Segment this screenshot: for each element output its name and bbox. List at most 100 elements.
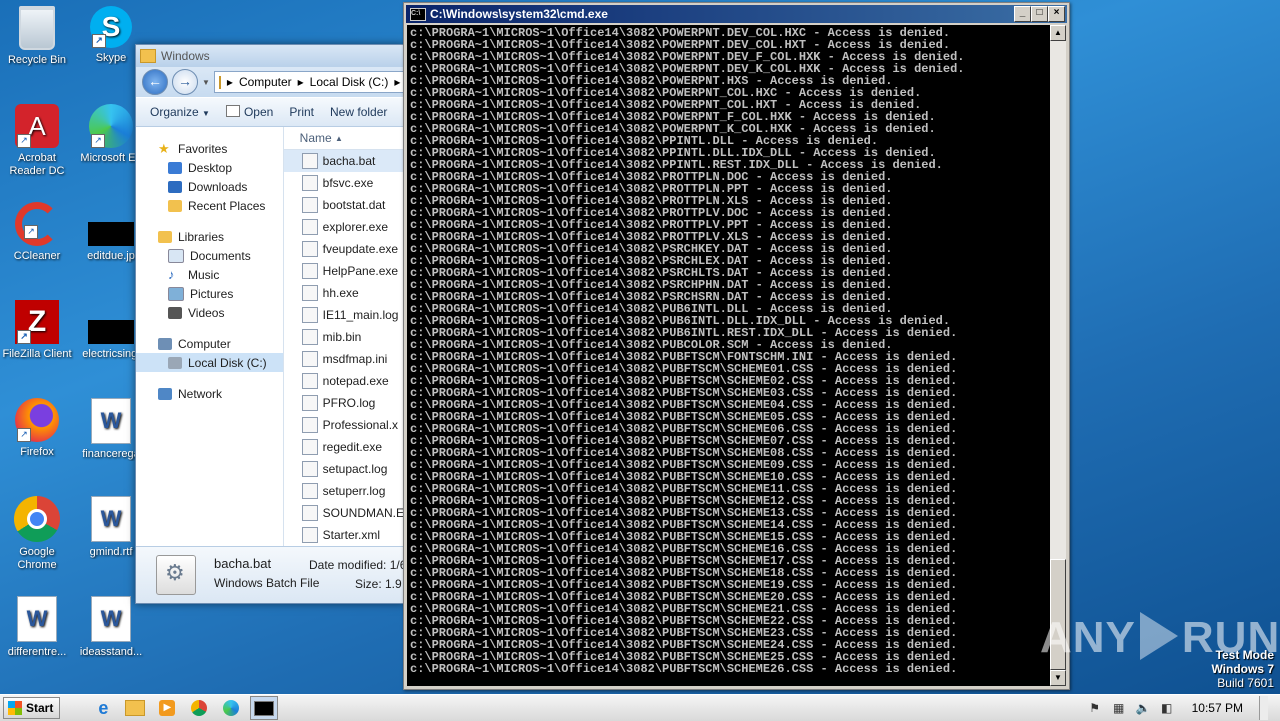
- maximize-button[interactable]: □: [1031, 6, 1048, 22]
- file-icon: [301, 483, 318, 499]
- minimize-button[interactable]: _: [1014, 6, 1031, 22]
- nav-videos[interactable]: Videos: [136, 303, 283, 322]
- file-row[interactable]: fveupdate.exe: [284, 238, 404, 260]
- address-bar[interactable]: ▸ Computer ▸ Local Disk (C:) ▸ W: [213, 71, 404, 93]
- volume-icon[interactable]: 🔈: [1136, 701, 1151, 715]
- nav-computer[interactable]: Computer: [136, 334, 283, 353]
- file-row[interactable]: Professional.x: [284, 414, 404, 436]
- show-desktop-button[interactable]: [1259, 696, 1268, 720]
- taskbar-ie[interactable]: e: [90, 697, 116, 719]
- file-row[interactable]: bootstat.dat: [284, 194, 404, 216]
- nav-documents[interactable]: Documents: [136, 246, 283, 265]
- vertical-scrollbar[interactable]: ▲ ▼: [1050, 25, 1066, 686]
- nav-recent-places-label: Recent Places: [188, 198, 266, 213]
- file-icon: [301, 285, 318, 301]
- file-row[interactable]: bacha.bat: [283, 150, 404, 172]
- details-date-modified: Date modified: 1/6/: [309, 558, 405, 572]
- file-row[interactable]: Starter.xml: [284, 524, 404, 546]
- column-header-name[interactable]: Name ▲: [283, 127, 404, 150]
- taskbar: Start e ▶ ⚑ ▦ 🔈 ◧ 10:57 PM: [0, 694, 1280, 721]
- nav-recent-places[interactable]: Recent Places: [136, 196, 283, 215]
- taskbar-edge[interactable]: [218, 697, 244, 719]
- taskbar-explorer[interactable]: [122, 697, 148, 719]
- forward-button[interactable]: →: [172, 69, 198, 95]
- file-icon: [301, 307, 318, 323]
- file-name: IE11_main.log: [322, 308, 399, 322]
- file-row[interactable]: mib.bin: [284, 326, 404, 348]
- recent-pages-chevron-icon[interactable]: ▼: [202, 78, 210, 87]
- scroll-down-button[interactable]: ▼: [1050, 670, 1066, 686]
- file-row[interactable]: SOUNDMAN.E: [284, 502, 404, 524]
- nav-documents-label: Documents: [190, 248, 251, 263]
- system-tray: ⚑ ▦ 🔈 ◧ 10:57 PM: [1088, 695, 1280, 721]
- file-row[interactable]: explorer.exe: [284, 216, 404, 238]
- file-name: fveupdate.exe: [322, 242, 399, 256]
- file-icon: [301, 373, 318, 389]
- taskbar-chrome[interactable]: [186, 697, 212, 719]
- desktop-icon-ccleaner[interactable]: ↗ CCleaner: [0, 202, 74, 263]
- word-document-icon: W: [17, 596, 57, 642]
- nav-downloads[interactable]: Downloads: [136, 177, 283, 196]
- desktop-icon-filezilla[interactable]: Z ↗ FileZilla Client: [0, 300, 74, 361]
- desktop-icon-firefox[interactable]: ↗ Firefox: [0, 398, 74, 459]
- nav-music[interactable]: ♪ Music: [136, 265, 283, 284]
- start-button[interactable]: Start: [3, 697, 61, 719]
- breadcrumb-computer[interactable]: Computer: [239, 75, 292, 89]
- file-row[interactable]: bfsvc.exe: [284, 172, 404, 194]
- nav-libraries[interactable]: Libraries: [136, 227, 283, 246]
- recent-places-icon: [168, 199, 182, 212]
- desktop-icon-differentre[interactable]: W differentre...: [0, 596, 74, 659]
- explorer-body: ★ Favorites Desktop Downloads Recent Plac…: [136, 127, 404, 547]
- details-size: Size: 1.9: [355, 577, 402, 591]
- new-folder-button[interactable]: New folder: [330, 105, 387, 119]
- acrobat-icon: A ↗: [15, 104, 59, 148]
- desktop-icon-recycle-bin[interactable]: Recycle Bin: [0, 6, 74, 67]
- explorer-window[interactable]: Windows ← → ▼ ▸ Computer ▸ Local Disk (C…: [135, 44, 405, 604]
- file-row[interactable]: notepad.exe: [284, 370, 404, 392]
- taskbar-cmd[interactable]: [250, 696, 279, 720]
- print-button[interactable]: Print: [289, 105, 314, 119]
- nav-favorites[interactable]: ★ Favorites: [136, 139, 283, 158]
- nav-network[interactable]: Network: [136, 384, 283, 403]
- file-row[interactable]: setupact.log: [284, 458, 404, 480]
- back-button[interactable]: ←: [142, 69, 168, 95]
- tray-app-icon[interactable]: ◧: [1160, 701, 1174, 715]
- network-icon[interactable]: ▦: [1112, 701, 1126, 715]
- file-row[interactable]: setuperr.log: [284, 480, 404, 502]
- file-row[interactable]: HelpPane.exe: [284, 260, 404, 282]
- nav-local-disk[interactable]: Local Disk (C:): [136, 353, 283, 372]
- action-center-flag-icon[interactable]: ⚑: [1088, 701, 1102, 715]
- nav-desktop[interactable]: Desktop: [136, 158, 283, 177]
- file-row[interactable]: msdfmap.ini: [284, 348, 404, 370]
- open-button[interactable]: Open: [225, 105, 273, 119]
- desktop-icon-ideasstand[interactable]: W ideasstand...: [74, 596, 148, 659]
- desktop-icon-acrobat[interactable]: A ↗ Acrobat Reader DC: [0, 104, 74, 178]
- file-row[interactable]: hh.exe: [284, 282, 404, 304]
- desktop-icon-chrome[interactable]: Google Chrome: [0, 496, 74, 572]
- test-mode-line3: Build 7601: [1217, 676, 1274, 690]
- console-output[interactable]: c:\PROGRA~1\MICROS~1\Office14\3082\POWER…: [407, 25, 1050, 686]
- address-bar-row: ← → ▼ ▸ Computer ▸ Local Disk (C:) ▸ W: [136, 67, 404, 97]
- file-icon: [301, 329, 318, 345]
- file-list[interactable]: Name ▲ bacha.bat bfsvc.exe bootstat.dat exp…: [283, 127, 404, 547]
- file-row[interactable]: PFRO.log: [284, 392, 404, 414]
- clock[interactable]: 10:57 PM: [1192, 701, 1243, 715]
- explorer-titlebar[interactable]: Windows: [136, 45, 404, 67]
- file-name: SOUNDMAN.E: [322, 506, 404, 520]
- cmd-window[interactable]: C:\ C:\Windows\system32\cmd.exe _ □ × c:…: [403, 2, 1070, 690]
- nav-favorites-label: Favorites: [178, 141, 228, 156]
- taskbar-media-player[interactable]: ▶: [154, 697, 180, 719]
- chevron-down-icon: ▼: [202, 109, 210, 118]
- navigation-pane[interactable]: ★ Favorites Desktop Downloads Recent Plac…: [136, 127, 284, 547]
- organize-button[interactable]: Organize ▼: [150, 105, 210, 119]
- scroll-up-button[interactable]: ▲: [1050, 25, 1066, 41]
- file-row[interactable]: IE11_main.log: [284, 304, 404, 326]
- drive-icon: [168, 356, 182, 369]
- close-button[interactable]: ×: [1048, 6, 1065, 22]
- nav-pictures[interactable]: Pictures: [136, 284, 283, 303]
- file-row[interactable]: regedit.exe: [284, 436, 404, 458]
- chrome-icon: [191, 700, 208, 716]
- breadcrumb-local-disk[interactable]: Local Disk (C:): [310, 75, 389, 89]
- cmd-titlebar[interactable]: C:\ C:\Windows\system32\cmd.exe _ □ ×: [406, 5, 1067, 23]
- media-player-icon: ▶: [159, 700, 176, 716]
